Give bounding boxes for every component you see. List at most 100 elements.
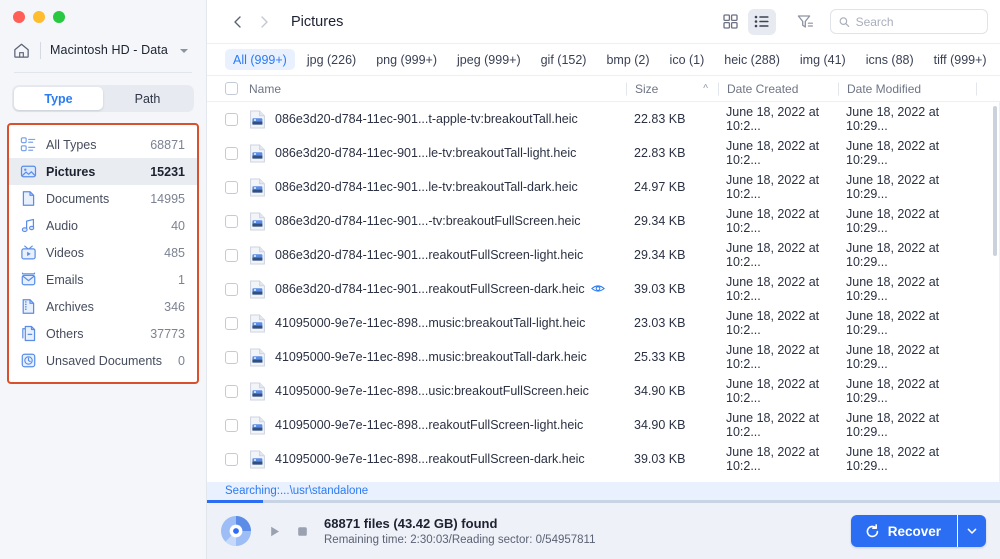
toolbar: Pictures xyxy=(207,0,1000,44)
tab-gif[interactable]: gif (152) xyxy=(533,49,595,70)
table-row[interactable]: 086e3d20-d784-11ec-901...reakoutFullScre… xyxy=(207,238,999,272)
drive-selector[interactable]: Macintosh HD - Data xyxy=(0,34,206,66)
chevron-right-icon xyxy=(261,15,268,28)
date-created-cell: June 18, 2022 at 10:2... xyxy=(726,173,820,201)
recover-button[interactable]: Recover xyxy=(850,515,957,547)
search-box[interactable] xyxy=(830,9,988,34)
table-row[interactable]: 086e3d20-d784-11ec-901...le-tv:breakoutT… xyxy=(207,170,999,204)
play-icon xyxy=(270,526,279,536)
window-traffic-lights xyxy=(0,0,206,34)
row-checkbox[interactable] xyxy=(225,248,238,262)
row-checkbox[interactable] xyxy=(225,214,238,228)
sidebar-item-archives[interactable]: Archives 346 xyxy=(9,293,197,320)
tab-bmp[interactable]: bmp (2) xyxy=(598,49,657,70)
minimize-button[interactable] xyxy=(33,11,45,23)
sidebar-item-audio[interactable]: Audio 40 xyxy=(9,212,197,239)
table-row[interactable]: 086e3d20-d784-11ec-901...t-apple-tv:brea… xyxy=(207,102,999,136)
row-checkbox[interactable] xyxy=(225,282,238,296)
file-list[interactable]: 086e3d20-d784-11ec-901...t-apple-tv:brea… xyxy=(207,102,1000,482)
searching-status-strip: Searching:...\usr\standalone xyxy=(207,482,1000,500)
zoom-button[interactable] xyxy=(53,11,65,23)
grid-view-button[interactable] xyxy=(716,9,744,35)
date-created-cell: June 18, 2022 at 10:2... xyxy=(726,445,820,473)
file-name-label: 41095000-9e7e-11ec-898...music:breakoutT… xyxy=(275,316,586,330)
tab-img[interactable]: img (41) xyxy=(792,49,854,70)
sidebar-item-others[interactable]: Others 37773 xyxy=(9,320,197,347)
sidebar-item-count: 14995 xyxy=(150,191,185,206)
file-name-label: 41095000-9e7e-11ec-898...reakoutFullScre… xyxy=(275,452,585,466)
date-modified-cell: June 18, 2022 at 10:29... xyxy=(846,105,940,133)
column-header-name[interactable]: Name xyxy=(238,82,626,96)
sidebar-item-videos[interactable]: Videos 485 xyxy=(9,239,197,266)
heic-file-icon xyxy=(250,314,265,332)
back-button[interactable] xyxy=(225,9,251,35)
row-checkbox[interactable] xyxy=(225,180,238,194)
file-size-cell: 34.90 KB xyxy=(634,418,686,432)
row-checkbox[interactable] xyxy=(225,418,238,432)
table-row[interactable]: 41095000-9e7e-11ec-898...music:breakoutT… xyxy=(207,340,999,374)
sidebar-item-count: 68871 xyxy=(150,137,185,152)
recover-button-label: Recover xyxy=(887,523,941,539)
segment-type[interactable]: Type xyxy=(14,87,103,110)
file-name-label: 086e3d20-d784-11ec-901...le-tv:breakoutT… xyxy=(275,146,577,160)
file-name-label: 41095000-9e7e-11ec-898...music:breakoutT… xyxy=(275,350,587,364)
row-checkbox[interactable] xyxy=(225,146,238,160)
chevron-left-icon xyxy=(234,15,241,28)
tab-tiff[interactable]: tiff (999+) xyxy=(926,49,995,70)
date-modified-cell: June 18, 2022 at 10:29... xyxy=(846,343,940,371)
segment-path[interactable]: Path xyxy=(103,87,192,110)
sidebar-item-all-types[interactable]: All Types 68871 xyxy=(9,131,197,158)
tab-png[interactable]: png (999+) xyxy=(368,49,445,70)
vertical-scrollbar[interactable] xyxy=(993,106,997,256)
tab-ico[interactable]: ico (1) xyxy=(662,49,713,70)
tab-jpeg[interactable]: jpeg (999+) xyxy=(449,49,529,70)
tab-all[interactable]: All (999+) xyxy=(225,49,295,70)
row-checkbox[interactable] xyxy=(225,452,238,466)
tab-jpg[interactable]: jpg (226) xyxy=(299,49,364,70)
date-created-cell: June 18, 2022 at 10:2... xyxy=(726,139,820,167)
sort-ascending-icon: ^ xyxy=(703,83,708,94)
chevron-down-icon[interactable] xyxy=(179,49,188,53)
filter-button[interactable] xyxy=(790,9,820,35)
column-header-size[interactable]: Size ^ xyxy=(626,82,718,96)
row-checkbox[interactable] xyxy=(225,112,238,126)
file-name-label: 086e3d20-d784-11ec-901...le-tv:breakoutT… xyxy=(275,180,578,194)
type-path-segmented-control[interactable]: Type Path xyxy=(12,85,194,112)
row-checkbox[interactable] xyxy=(225,350,238,364)
table-row[interactable]: 41095000-9e7e-11ec-898...usic:breakoutFu… xyxy=(207,374,999,408)
pause-resume-button[interactable] xyxy=(262,519,286,543)
tab-heic[interactable]: heic (288) xyxy=(716,49,788,70)
sidebar-item-label: Pictures xyxy=(46,164,96,179)
table-row[interactable]: 41095000-9e7e-11ec-898...music:breakoutT… xyxy=(207,306,999,340)
preview-eye-icon[interactable] xyxy=(585,282,605,296)
table-row[interactable]: 086e3d20-d784-11ec-901...-tv:breakoutFul… xyxy=(207,204,999,238)
sidebar-item-documents[interactable]: Documents 14995 xyxy=(9,185,197,212)
recover-dropdown-button[interactable] xyxy=(958,515,986,547)
close-button[interactable] xyxy=(13,11,25,23)
table-row[interactable]: 41095000-9e7e-11ec-898...reakoutFullScre… xyxy=(207,442,999,476)
table-row[interactable]: 41095000-9e7e-11ec-898...reakoutFullScre… xyxy=(207,408,999,442)
breadcrumb: Pictures xyxy=(291,13,344,30)
sidebar-item-pictures[interactable]: Pictures 15231 xyxy=(9,158,197,185)
date-modified-cell: June 18, 2022 at 10:29... xyxy=(846,445,940,473)
forward-button[interactable] xyxy=(251,9,277,35)
sidebar-item-unsaved-documents[interactable]: Unsaved Documents 0 xyxy=(9,347,197,374)
list-view-button[interactable] xyxy=(748,8,776,35)
select-all-checkbox[interactable] xyxy=(225,82,238,95)
file-name-label: 086e3d20-d784-11ec-901...-tv:breakoutFul… xyxy=(275,214,581,228)
table-row[interactable]: 086e3d20-d784-11ec-901...reakoutFullScre… xyxy=(207,272,999,306)
column-header-date-created[interactable]: Date Created xyxy=(718,82,838,96)
recover-button-group[interactable]: Recover xyxy=(850,515,986,547)
row-checkbox[interactable] xyxy=(225,384,238,398)
table-row[interactable]: 086e3d20-d784-11ec-901...le-tv:breakoutT… xyxy=(207,136,999,170)
sidebar: Macintosh HD - Data Type Path All Types … xyxy=(0,0,207,559)
search-input[interactable] xyxy=(855,14,979,29)
heic-file-icon xyxy=(250,280,265,298)
tab-icns[interactable]: icns (88) xyxy=(858,49,922,70)
stop-button[interactable] xyxy=(290,519,314,543)
sidebar-item-emails[interactable]: Emails 1 xyxy=(9,266,197,293)
file-size-cell: 24.97 KB xyxy=(634,180,686,194)
column-header-date-modified[interactable]: Date Modified xyxy=(838,82,976,96)
main-panel: Pictures Search All (999+) jpg (226) png… xyxy=(207,0,1000,559)
row-checkbox[interactable] xyxy=(225,316,238,330)
